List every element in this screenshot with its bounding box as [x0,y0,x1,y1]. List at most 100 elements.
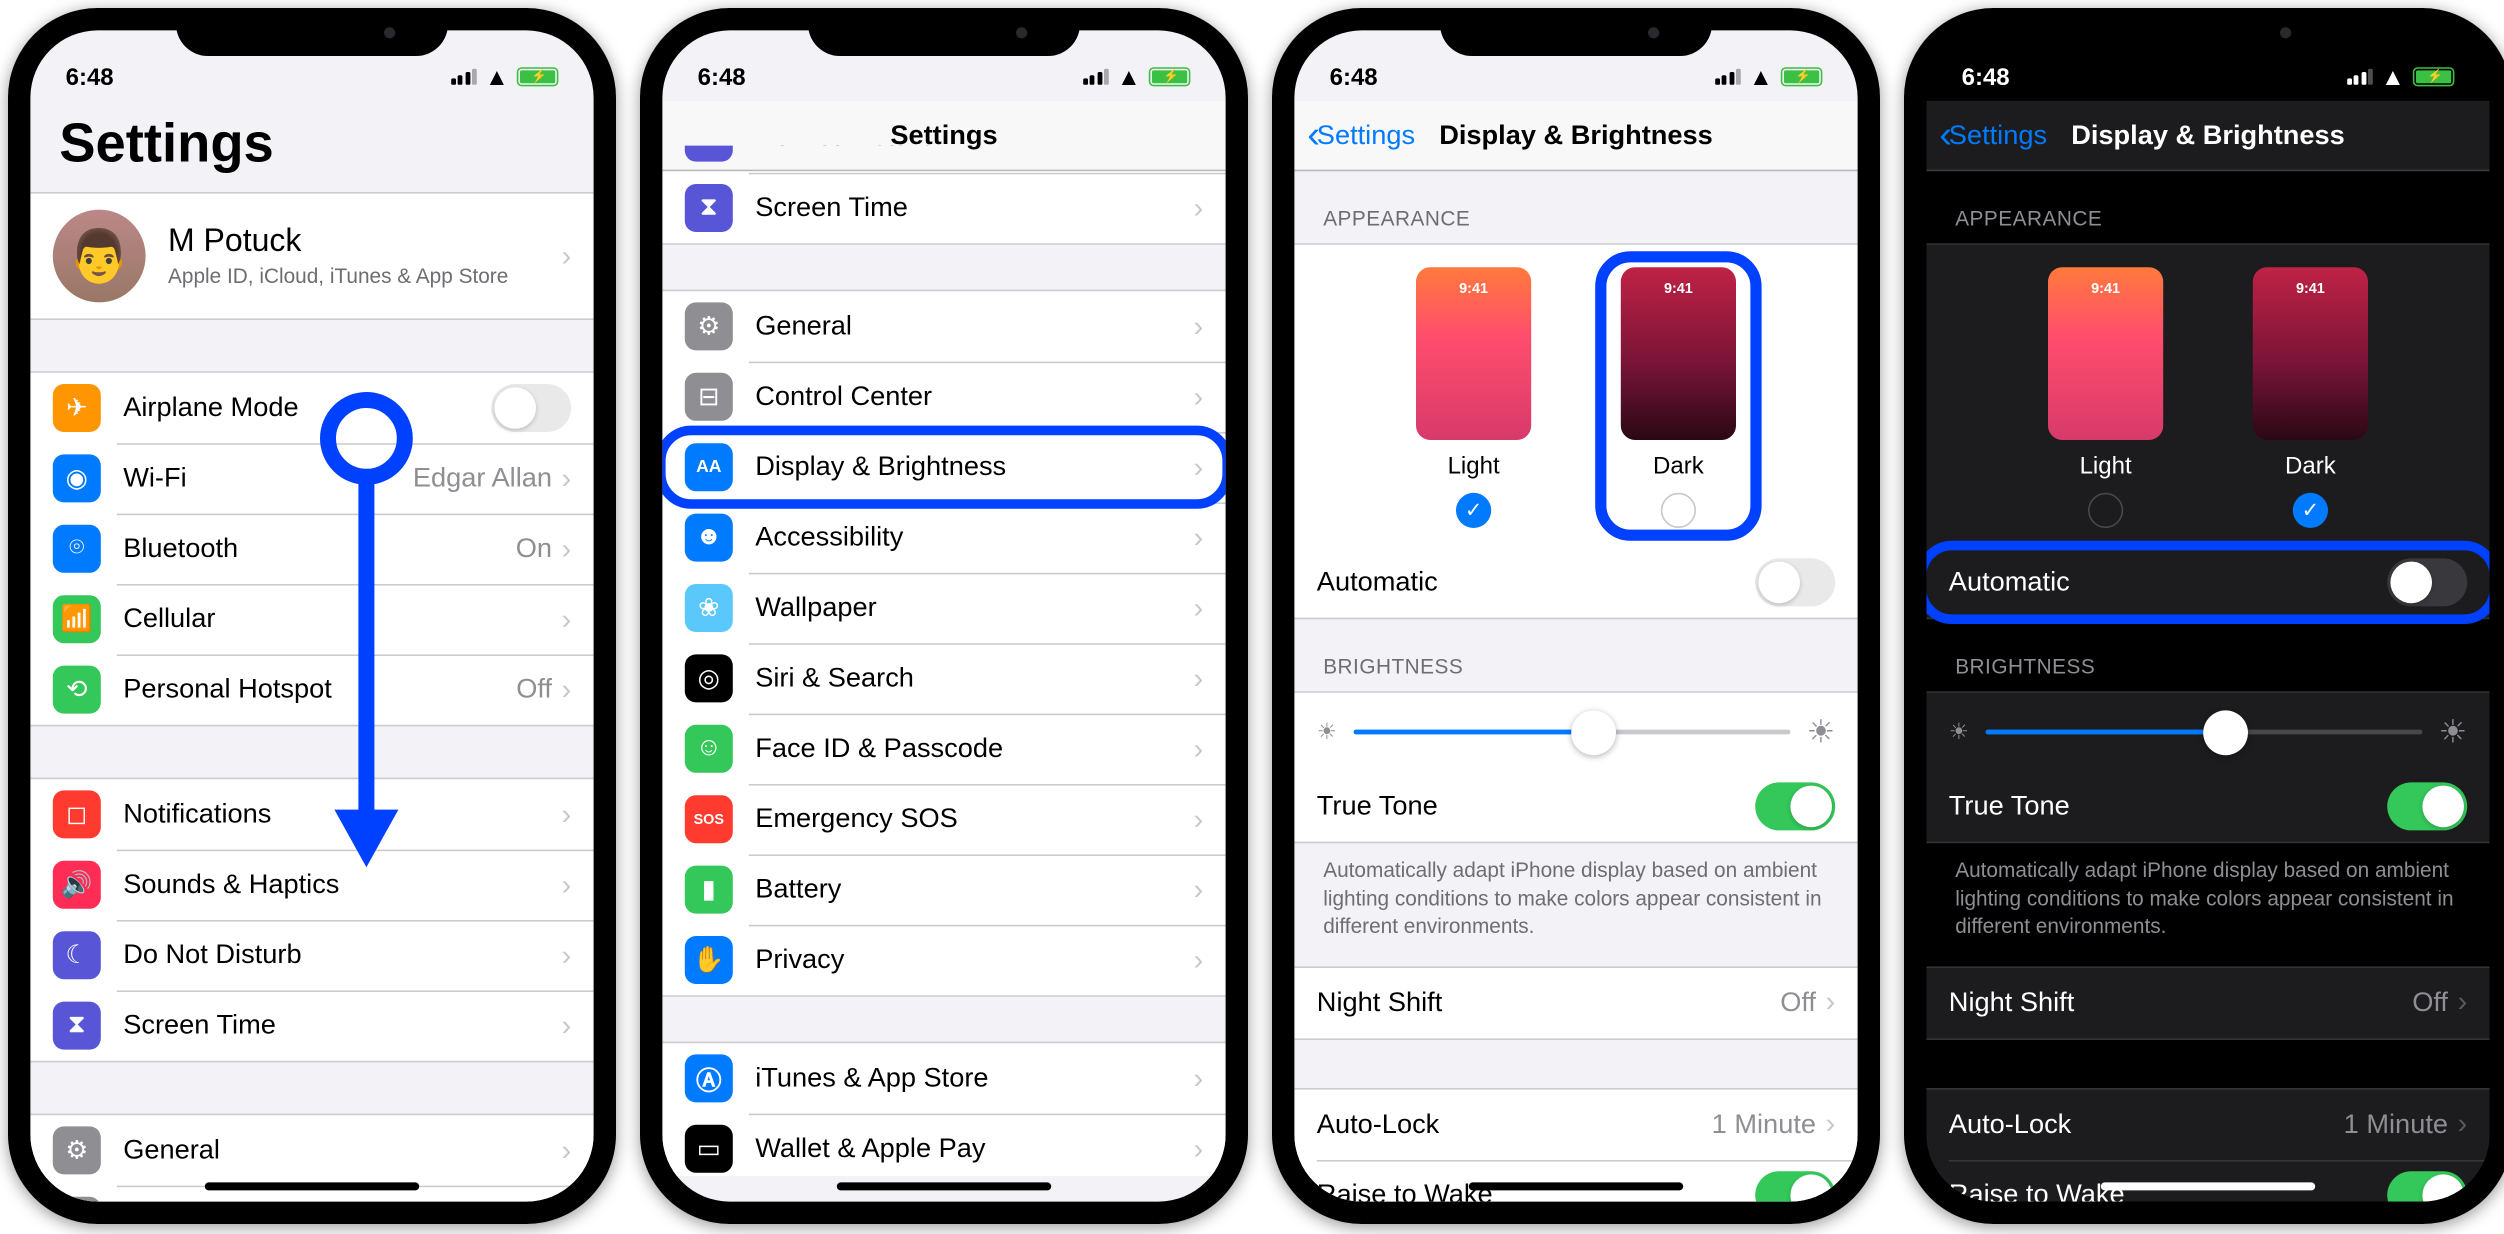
automatic-row[interactable]: Automatic [1294,547,1857,617]
back-button[interactable]: ‹Settings [1939,116,2047,154]
wifi-icon: ▲ [1117,63,1141,90]
true-tone-row[interactable]: True Tone [1294,771,1857,841]
hotspot-row[interactable]: ⟲ Personal Hotspot Off › [30,654,593,724]
raise-wake-toggle[interactable] [2387,1171,2467,1202]
dnd-row[interactable]: ☾ Do Not Disturb › [30,920,593,990]
wallet-icon: ▭ [685,1125,733,1173]
appearance-light-option[interactable]: 9:41 Light [2048,267,2163,528]
sos-row[interactable]: SOSEmergency SOS› [662,784,1225,854]
true-tone-footer: Automatically adapt iPhone display based… [1926,843,2489,950]
notifications-row[interactable]: ◻ Notifications › [30,779,593,849]
status-time: 6:48 [1330,63,1378,90]
light-thumbnail: 9:41 [2048,267,2163,440]
control-center-row[interactable]: ⊟Control Center› [662,362,1225,432]
true-tone-toggle[interactable] [2387,782,2467,830]
brightness-slider-row[interactable]: ☀ ☀ [1294,693,1857,771]
wifi-row[interactable]: ◉ Wi-Fi Edgar Allan › [30,443,593,513]
nav-bar: ‹Settings Display & Brightness [1294,101,1857,171]
highlight-annotation [1595,251,1761,541]
chevron-icon: › [562,1134,572,1168]
scroll-down-annotation [318,390,414,870]
profile-sub: Apple ID, iCloud, iTunes & App Store [168,264,562,288]
screentime-row[interactable]: ⧗ Screen Time › [30,990,593,1060]
sounds-icon: 🔊 [53,861,101,909]
page-title: Settings [30,101,593,192]
night-shift-row[interactable]: Night Shift Off › [1294,967,1857,1037]
faceid-row[interactable]: ☺Face ID & Passcode› [662,714,1225,784]
battery-row[interactable]: ▮Battery› [662,854,1225,924]
brightness-slider-row[interactable]: ☀ ☀ [1926,693,2489,771]
auto-lock-row[interactable]: Auto-Lock 1 Minute › [1926,1089,2489,1159]
cellular-row[interactable]: 📶 Cellular › [30,584,593,654]
display-brightness-row[interactable]: AADisplay & Brightness› [662,432,1225,502]
chevron-icon: › [562,462,572,496]
screentime-row[interactable]: ⧗ Screen Time › [662,173,1225,243]
gear-icon: ⚙ [53,1126,101,1174]
brightness-slider[interactable] [1353,730,1791,735]
sun-small-icon: ☀ [1317,718,1337,745]
privacy-icon: ✋ [685,936,733,984]
raise-wake-toggle[interactable] [1755,1171,1835,1202]
privacy-row[interactable]: ✋Privacy› [662,925,1225,995]
nav-bar: ‹Settings Display & Brightness [1926,101,2489,171]
appearance-header: APPEARANCE [1294,171,1857,243]
signal-icon [1715,69,1741,85]
accessibility-row[interactable]: ☻Accessibility› [662,502,1225,572]
sos-icon: SOS [685,795,733,843]
switches-icon: ⊟ [685,373,733,421]
wallpaper-row[interactable]: ❀Wallpaper› [662,573,1225,643]
signal-icon [1083,69,1109,85]
hotspot-icon: ⟲ [53,666,101,714]
night-shift-row[interactable]: Night Shift Off › [1926,967,2489,1037]
general-row[interactable]: ⚙ General › [30,1115,593,1185]
appearance-dark-option[interactable]: 9:41 Dark [1621,267,1736,528]
battery-icon [517,67,559,86]
brightness-slider[interactable] [1985,730,2423,735]
raise-wake-row[interactable]: Raise to Wake [1294,1159,1857,1201]
chevron-icon: › [562,602,572,636]
light-radio[interactable] [2088,493,2123,528]
chevron-icon: › [562,1009,572,1043]
bluetooth-row[interactable]: ⌾ Bluetooth On › [30,514,593,584]
appearance-dark-option[interactable]: 9:41 Dark ✓ [2253,267,2368,528]
light-radio[interactable]: ✓ [1456,493,1491,528]
chevron-icon: › [562,673,572,707]
true-tone-toggle[interactable] [1755,782,1835,830]
general-row[interactable]: ⚙General› [662,291,1225,361]
sounds-row[interactable]: 🔊 Sounds & Haptics › [30,850,593,920]
highlight-annotation [662,426,1225,509]
appstore-icon: Ⓐ [685,1054,733,1102]
wallpaper-icon: ❀ [685,584,733,632]
battery-icon [2413,67,2455,86]
light-thumbnail: 9:41 [1416,267,1531,440]
automatic-toggle[interactable] [1755,558,1835,606]
airplane-toggle[interactable] [491,384,571,432]
auto-lock-row[interactable]: Auto-Lock 1 Minute › [1294,1089,1857,1159]
moon-icon: ☾ [53,931,101,979]
appstore-row[interactable]: ⒶiTunes & App Store› [662,1043,1225,1113]
airplane-mode-row[interactable]: ✈ Airplane Mode [30,373,593,443]
raise-wake-row[interactable]: Raise to Wake [1926,1159,2489,1201]
battery-icon: ▮ [685,866,733,914]
sun-large-icon: ☀ [1807,712,1836,752]
sun-small-icon: ☀ [1949,718,1969,745]
chevron-icon: › [562,868,572,902]
appearance-light-option[interactable]: 9:41 Light ✓ [1416,267,1531,528]
profile-name: M Potuck [168,224,562,261]
wallet-row[interactable]: ▭Wallet & Apple Pay› [662,1114,1225,1176]
siri-row[interactable]: ◎Siri & Search› [662,643,1225,713]
faceid-icon: ☺ [685,725,733,773]
nav-title: Display & Brightness [2071,119,2345,151]
dark-radio[interactable]: ✓ [2293,493,2328,528]
automatic-row[interactable]: Automatic [1926,547,2489,617]
profile-row[interactable]: 👨 M Potuck Apple ID, iCloud, iTunes & Ap… [30,194,593,319]
wifi-icon: ▲ [485,63,509,90]
true-tone-footer: Automatically adapt iPhone display based… [1294,843,1857,950]
hourglass-icon: ⧗ [685,184,733,232]
sun-large-icon: ☀ [2439,712,2468,752]
true-tone-row[interactable]: True Tone [1926,771,2489,841]
siri-icon: ◎ [685,654,733,702]
home-indicator [837,1182,1051,1190]
dnd-row[interactable]: ☾ Do Not Disturb › [662,146,1225,173]
back-button[interactable]: ‹Settings [1307,116,1415,154]
